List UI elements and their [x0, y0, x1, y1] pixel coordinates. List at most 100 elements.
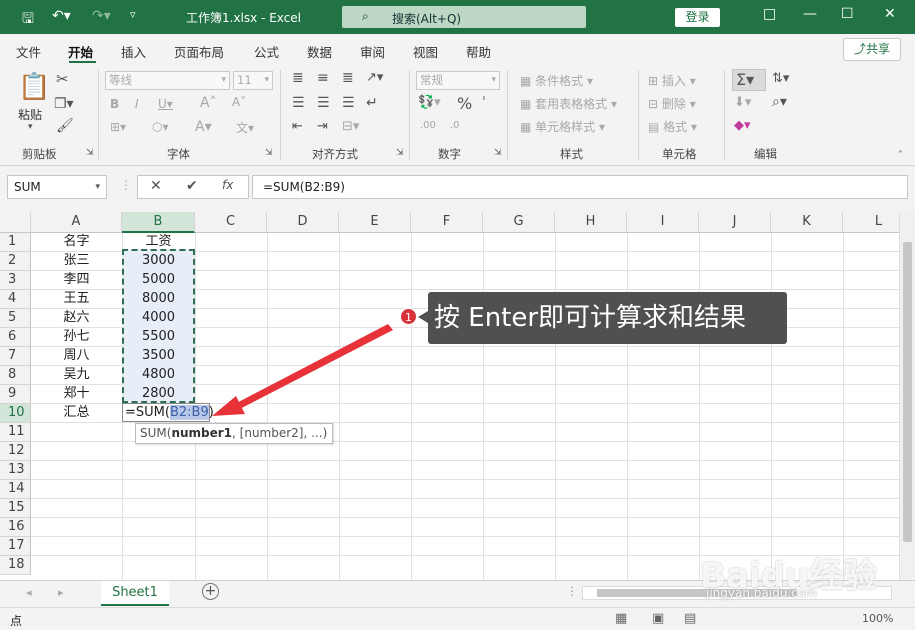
row-header[interactable]: 16	[0, 518, 31, 537]
italic-icon[interactable]: I	[135, 97, 139, 111]
font-launcher-icon[interactable]: ⇲	[265, 148, 273, 158]
font-color-icon[interactable]: A▾	[195, 119, 212, 135]
insert-function-icon[interactable]: fx	[222, 178, 233, 192]
page-break-view-icon[interactable]: ▤	[684, 611, 696, 626]
undo-icon[interactable]: ↶▾	[52, 8, 71, 24]
column-header-g[interactable]: G	[483, 212, 555, 233]
alignment-launcher-icon[interactable]: ⇲	[396, 148, 404, 158]
row-header[interactable]: 14	[0, 480, 31, 499]
clear-icon[interactable]: ◆▾	[734, 118, 751, 133]
row-header[interactable]: 6	[0, 328, 31, 347]
row-header[interactable]: 3	[0, 271, 31, 290]
comma-icon[interactable]: ˈ	[482, 95, 486, 111]
cut-icon[interactable]: ✂	[56, 70, 69, 88]
percent-icon[interactable]: %	[457, 94, 472, 113]
menu-insert[interactable]: 插入	[121, 42, 146, 61]
cell-b5[interactable]: 4000	[122, 308, 195, 327]
menu-view[interactable]: 视图	[413, 42, 438, 61]
column-header-a[interactable]: A	[31, 212, 122, 233]
decrease-font-icon[interactable]: A˅	[232, 95, 246, 109]
decrease-indent-icon[interactable]: ⇤	[292, 119, 303, 134]
increase-decimal-icon[interactable]: .00	[420, 120, 436, 131]
minimize-icon[interactable]: —	[803, 6, 817, 22]
cell-a1[interactable]: 名字	[31, 232, 122, 251]
column-header-f[interactable]: F	[411, 212, 483, 233]
cell-styles-button[interactable]: ▦ 单元格样式 ▾	[520, 118, 605, 135]
phonetic-icon[interactable]: 文▾	[236, 119, 254, 136]
align-right-icon[interactable]: ☰	[342, 95, 355, 111]
cell-b4[interactable]: 8000	[122, 289, 195, 308]
cell-b9[interactable]: 2800	[122, 384, 195, 403]
delete-cells-button[interactable]: ⊟ 删除 ▾	[648, 95, 696, 112]
menu-home[interactable]: 开始	[68, 42, 93, 61]
format-cells-button[interactable]: ▤ 格式 ▾	[648, 118, 697, 135]
format-painter-icon[interactable]: 🖌	[56, 118, 74, 134]
row-header[interactable]: 10	[0, 404, 31, 423]
row-header[interactable]: 15	[0, 499, 31, 518]
increase-font-icon[interactable]: A˄	[200, 95, 217, 111]
format-as-table-button[interactable]: ▦ 套用表格格式 ▾	[520, 95, 617, 112]
currency-icon[interactable]: 💱▾	[418, 95, 441, 110]
cell-b8[interactable]: 4800	[122, 365, 195, 384]
merge-center-icon[interactable]: ⊟▾	[342, 119, 359, 134]
border-icon[interactable]: ⊞▾	[110, 120, 126, 134]
menu-help[interactable]: 帮助	[466, 42, 491, 61]
normal-view-icon[interactable]: ▦	[615, 611, 627, 626]
cell-a3[interactable]: 李四	[31, 270, 122, 289]
name-box[interactable]: SUM ▾	[7, 175, 107, 199]
column-header-b[interactable]: B	[122, 212, 195, 233]
orientation-icon[interactable]: ↗▾	[366, 70, 383, 85]
tab-splitter-icon[interactable]: ⋮	[566, 584, 578, 598]
scroll-tabs-left-icon[interactable]: ◂	[26, 586, 32, 599]
cancel-icon[interactable]: ✕	[150, 178, 162, 194]
row-header[interactable]: 4	[0, 290, 31, 309]
fill-icon[interactable]: ⬇▾	[734, 95, 751, 110]
sort-filter-icon[interactable]: ⇅▾	[772, 71, 789, 86]
row-header[interactable]: 5	[0, 309, 31, 328]
search-box[interactable]: ⌕ 搜索(Alt+Q)	[342, 6, 586, 28]
close-icon[interactable]: ✕	[884, 6, 896, 22]
login-button[interactable]: 登录	[675, 8, 720, 27]
paste-label[interactable]: 粘贴	[18, 106, 42, 123]
save-icon[interactable]: 🖫	[22, 8, 34, 32]
select-all-corner[interactable]	[0, 212, 31, 233]
page-layout-view-icon[interactable]: ▣	[652, 611, 664, 626]
row-header[interactable]: 11	[0, 423, 31, 442]
column-header-k[interactable]: K	[771, 212, 843, 233]
number-launcher-icon[interactable]: ⇲	[494, 148, 502, 158]
cell-a8[interactable]: 吴九	[31, 365, 122, 384]
collapse-ribbon-icon[interactable]: ˄	[898, 150, 903, 161]
row-header[interactable]: 1	[0, 233, 31, 252]
scroll-tabs-right-icon[interactable]: ▸	[58, 586, 64, 599]
drag-handle-icon[interactable]: ⋮	[120, 178, 132, 192]
insert-cells-button[interactable]: ⊞ 插入 ▾	[648, 72, 696, 89]
formula-input[interactable]: =SUM(B2:B9)	[252, 175, 908, 199]
row-header[interactable]: 18	[0, 556, 31, 575]
menu-formulas[interactable]: 公式	[254, 42, 279, 61]
row-header[interactable]: 12	[0, 442, 31, 461]
active-cell-b10[interactable]: =SUM(B2:B9)	[122, 403, 214, 422]
find-select-icon[interactable]: ⌕▾	[772, 94, 787, 110]
vertical-scroll-thumb[interactable]	[903, 242, 912, 542]
align-center-icon[interactable]: ☰	[317, 95, 330, 111]
increase-indent-icon[interactable]: ⇥	[317, 119, 328, 134]
align-bottom-icon[interactable]: ≣	[342, 70, 354, 86]
menu-file[interactable]: 文件	[16, 42, 41, 61]
align-middle-icon[interactable]: ≡	[317, 70, 329, 86]
clipboard-launcher-icon[interactable]: ⇲	[86, 148, 94, 158]
copy-icon[interactable]: ❐▾	[54, 96, 74, 112]
zoom-level[interactable]: 100%	[862, 612, 893, 625]
cell-a7[interactable]: 周八	[31, 346, 122, 365]
decrease-decimal-icon[interactable]: .0	[450, 120, 460, 131]
row-header[interactable]: 9	[0, 385, 31, 404]
paste-icon[interactable]: 📋	[18, 72, 50, 102]
cell-a2[interactable]: 张三	[31, 251, 122, 270]
row-header[interactable]: 7	[0, 347, 31, 366]
customize-toolbar-icon[interactable]: ▿	[130, 8, 136, 21]
conditional-format-button[interactable]: ▦ 条件格式 ▾	[520, 72, 593, 89]
worksheet-grid[interactable]: A B C D E F G H I J K L 1 2 3 4 5 6 7 8 …	[0, 212, 915, 580]
maximize-icon[interactable]: ☐	[841, 6, 854, 22]
cell-a10[interactable]: 汇总	[31, 403, 122, 422]
bold-icon[interactable]: B	[110, 97, 119, 111]
cell-a5[interactable]: 赵六	[31, 308, 122, 327]
